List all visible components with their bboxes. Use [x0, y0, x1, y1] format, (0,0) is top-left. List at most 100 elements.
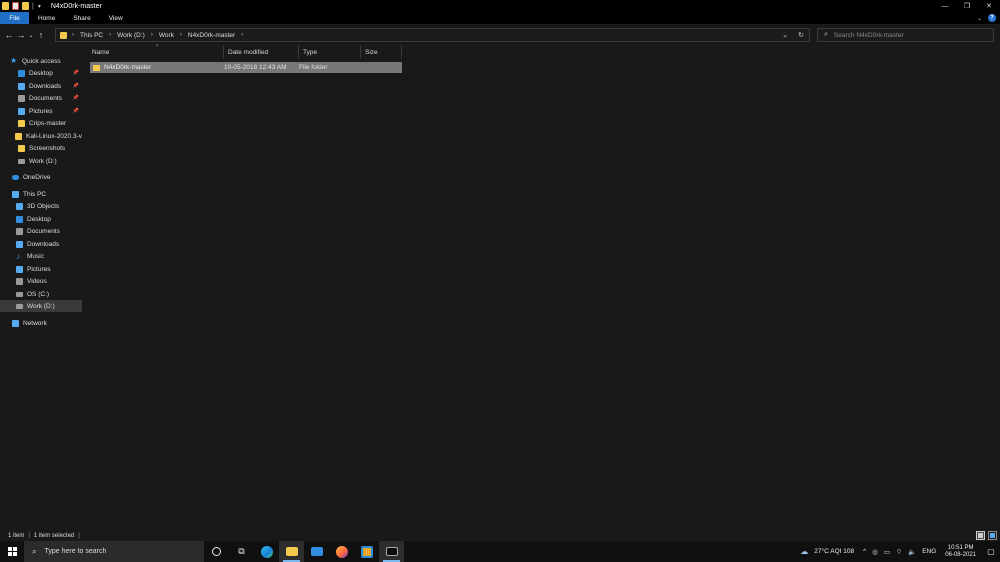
taskbar-app[interactable] [354, 541, 379, 562]
nav-quick-access[interactable]: ★ Quick access [0, 55, 82, 67]
chevron-right-icon[interactable]: › [109, 32, 111, 38]
pin-icon: 📌 [72, 70, 79, 76]
customize-toolbar-chevron-icon[interactable]: ▾ [38, 3, 41, 10]
details-view-button[interactable] [976, 531, 985, 540]
weather-text[interactable]: 27°C AQI 108 [814, 548, 854, 555]
nav-item-3d-objects[interactable]: 3D Objects [0, 200, 82, 212]
start-button[interactable] [0, 541, 24, 562]
breadcrumb-work-d[interactable]: Work (D:) [117, 32, 145, 39]
tab-home[interactable]: Home [29, 12, 64, 24]
nav-onedrive[interactable]: OneDrive [0, 171, 82, 183]
nav-item-downloads-pc[interactable]: Downloads [0, 238, 82, 250]
nav-item-documents[interactable]: Documents 📌 [0, 92, 82, 104]
forward-arrow-icon[interactable]: → [15, 28, 27, 42]
show-hidden-icons-chevron-icon[interactable]: ^ [863, 548, 866, 555]
tab-share[interactable]: Share [64, 12, 99, 24]
nav-item-pictures-pc[interactable]: Pictures [0, 263, 82, 275]
taskbar-file-explorer[interactable] [279, 541, 304, 562]
nav-item-work-d[interactable]: Work (D:) [0, 300, 82, 312]
column-header-name[interactable]: Name [88, 45, 224, 59]
nav-label: Pictures [29, 107, 53, 115]
taskbar-search-box[interactable]: ⌕ Type here to search [24, 541, 204, 562]
column-headers: Name Date modified Type Size [88, 45, 404, 59]
new-folder-icon[interactable] [22, 2, 29, 10]
cortana-button[interactable] [204, 541, 229, 562]
nav-item-os-c[interactable]: OS (C:) [0, 288, 82, 300]
task-view-icon: ⧉ [238, 546, 245, 556]
chevron-right-icon[interactable]: › [180, 32, 182, 38]
language-indicator[interactable]: ENG [922, 548, 936, 555]
taskbar-firefox[interactable] [329, 541, 354, 562]
clock[interactable]: 10:51 PM 06-08-2021 [945, 545, 976, 559]
wifi-icon[interactable]: ⌔ [896, 547, 902, 556]
column-header-date-modified[interactable]: Date modified [224, 45, 299, 59]
taskbar-edge[interactable] [254, 541, 279, 562]
task-view-button[interactable]: ⧉ [229, 541, 254, 562]
taskbar-mail[interactable] [304, 541, 329, 562]
nav-item-music[interactable]: ♪ Music [0, 250, 82, 262]
chevron-right-icon: › [72, 32, 74, 38]
nav-item-documents-pc[interactable]: Documents [0, 225, 82, 237]
pictures-icon [18, 107, 25, 115]
status-selected: 1 item selected [33, 532, 75, 539]
nav-label: Crips-master [29, 119, 67, 127]
nav-network[interactable]: Network [0, 317, 82, 329]
breadcrumb-current[interactable]: N4xD0rk-master [188, 32, 235, 39]
folder-icon [14, 132, 22, 140]
maximize-button[interactable]: ❐ [956, 0, 978, 12]
nav-item-downloads[interactable]: Downloads 📌 [0, 80, 82, 92]
nav-label: OS (C:) [27, 290, 50, 298]
column-header-type[interactable]: Type [299, 45, 361, 59]
file-date-modified: 10-05-2018 12:43 AM [224, 64, 287, 71]
battery-icon[interactable]: ▭ [884, 548, 890, 556]
tab-view[interactable]: View [100, 12, 132, 24]
recent-locations-chevron-icon[interactable]: ⌄ [27, 28, 35, 42]
nav-label: Quick access [22, 57, 61, 65]
minimize-button[interactable]: — [934, 0, 956, 12]
up-arrow-icon[interactable]: ↑ [35, 28, 47, 42]
nav-label: Work (D:) [29, 157, 57, 165]
search-input[interactable]: ⌕ Search N4xD0rk-master [817, 28, 994, 42]
nav-label: Videos [27, 277, 47, 285]
notifications-icon[interactable]: ▢ [982, 541, 1000, 562]
nav-label: Work (D:) [27, 302, 55, 310]
cloud-icon [12, 174, 19, 180]
chevron-right-icon[interactable]: › [151, 32, 153, 38]
breadcrumb-work[interactable]: Work [159, 32, 174, 39]
breadcrumb-this-pc[interactable]: This PC [80, 32, 103, 39]
help-icon[interactable]: ? [988, 14, 996, 22]
nav-item-pictures[interactable]: Pictures 📌 [0, 105, 82, 117]
properties-icon[interactable] [12, 2, 19, 10]
nav-item-screenshots[interactable]: Screenshots [0, 142, 82, 154]
nav-label: Documents [27, 227, 60, 235]
clock-date: 06-08-2021 [945, 551, 976, 558]
nav-item-desktop-pc[interactable]: Desktop [0, 213, 82, 225]
nav-item-videos[interactable]: Videos [0, 275, 82, 287]
expand-ribbon-chevron-icon[interactable]: ⌄ [977, 15, 982, 22]
nav-item-kali-linux[interactable]: Kali-Linux-2020.3-v [0, 130, 82, 142]
nav-item-desktop[interactable]: Desktop 📌 [0, 67, 82, 79]
chevron-right-icon[interactable]: › [241, 32, 243, 38]
taskbar-terminal[interactable] [379, 541, 404, 562]
details-view-icon [978, 533, 983, 538]
file-row[interactable]: N4xD0rk-master 10-05-2018 12:43 AM File … [90, 62, 402, 73]
address-history-chevron-icon[interactable]: ⌄ [777, 31, 793, 39]
nav-item-crips-master[interactable]: Crips-master [0, 117, 82, 129]
volume-icon[interactable]: 🔈 [908, 548, 916, 556]
close-button[interactable]: ✕ [978, 0, 1000, 12]
column-header-size[interactable]: Size [361, 45, 402, 59]
nav-item-work-d-quick[interactable]: Work (D:) [0, 155, 82, 167]
nav-label: Desktop [29, 69, 53, 77]
security-icon[interactable]: ◎ [872, 548, 878, 556]
address-bar[interactable]: › This PC › Work (D:) › Work › N4xD0rk-mast… [55, 28, 810, 42]
quick-access-toolbar: | ▾ [0, 0, 41, 12]
refresh-icon[interactable]: ↻ [793, 31, 809, 39]
nav-this-pc[interactable]: This PC [0, 188, 82, 200]
weather-cloud-icon[interactable]: ☁ [800, 547, 808, 556]
videos-icon [16, 277, 23, 285]
large-icons-view-button[interactable] [988, 531, 997, 540]
back-arrow-icon[interactable]: ← [3, 28, 15, 42]
taskbar-search-placeholder: Type here to search [44, 548, 107, 555]
tab-file[interactable]: File [0, 12, 29, 24]
window-title: N4xD0rk-master [50, 2, 102, 10]
